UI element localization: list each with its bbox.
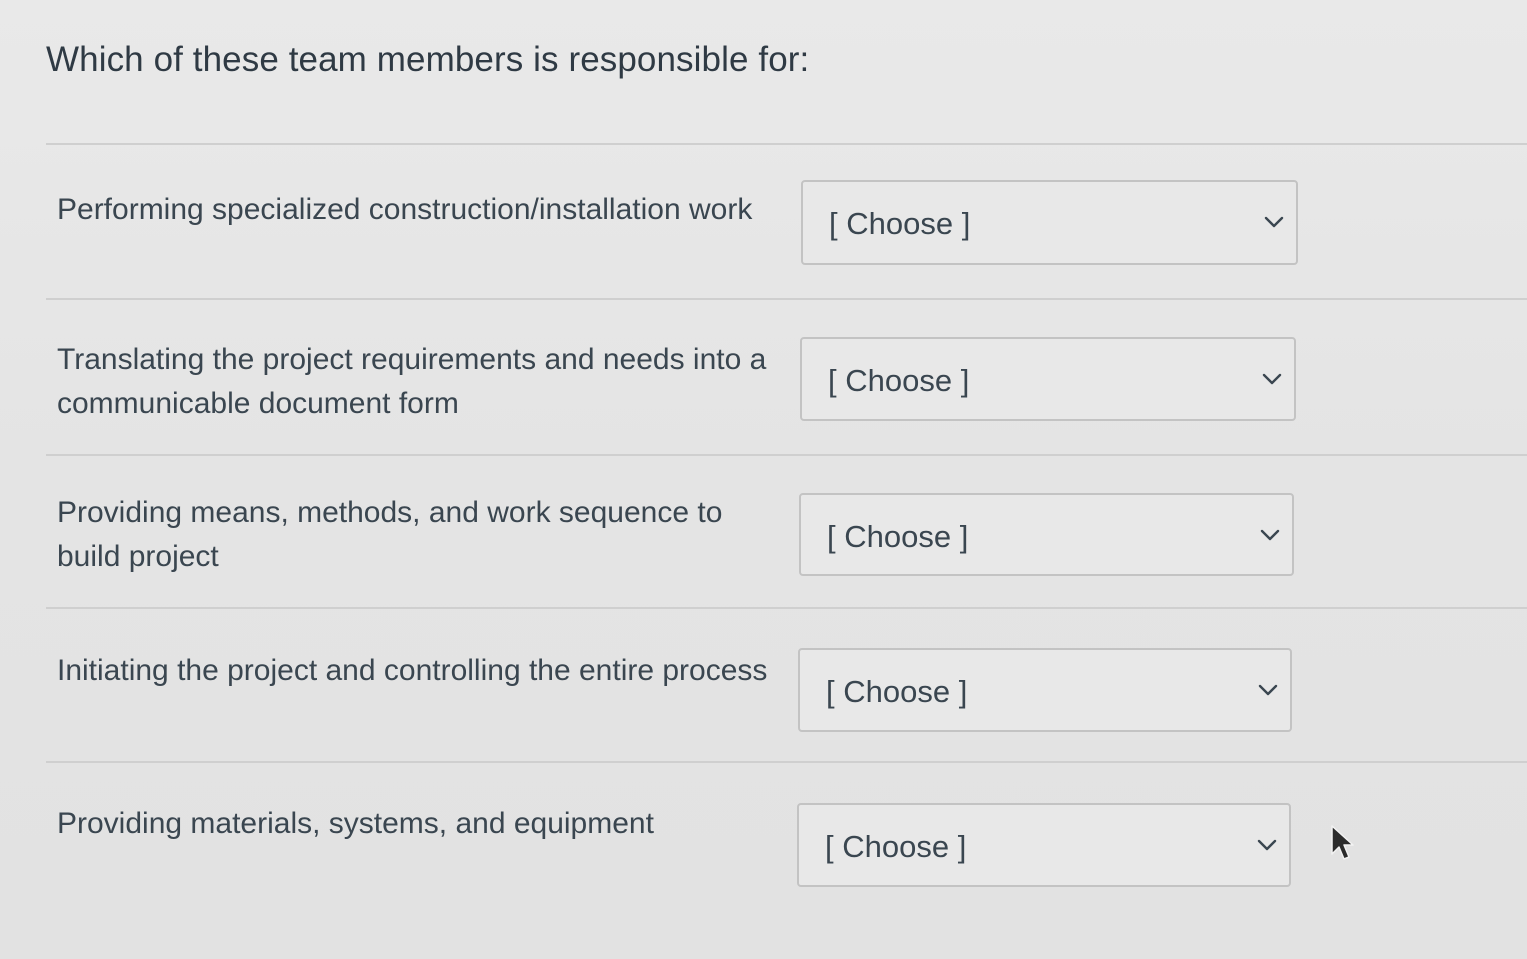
answer-select[interactable]: [ Choose ] [801, 180, 1298, 265]
mouse-pointer-icon [1331, 825, 1354, 860]
select-value: [ Choose ] [826, 674, 968, 709]
row-prompt: Providing materials, systems, and equipm… [57, 807, 654, 840]
chevron-down-icon [1262, 373, 1282, 385]
row-prompt: Performing specialized construction/inst… [57, 193, 753, 226]
answer-select[interactable]: [ Choose ] [798, 648, 1292, 732]
divider [46, 761, 1527, 763]
select-value: [ Choose ] [828, 363, 970, 398]
divider [46, 454, 1527, 456]
row-prompt: Providing means, methods, and work seque… [57, 496, 723, 573]
select-value: [ Choose ] [829, 206, 971, 241]
select-value: [ Choose ] [827, 519, 969, 554]
chevron-down-icon [1258, 684, 1278, 696]
chevron-down-icon [1264, 216, 1284, 228]
row-prompt: Translating the project requirements and… [57, 343, 767, 420]
answer-select[interactable]: [ Choose ] [800, 337, 1296, 421]
select-value: [ Choose ] [825, 829, 967, 864]
answer-select[interactable]: [ Choose ] [799, 493, 1294, 576]
divider [46, 143, 1527, 145]
chevron-down-icon [1260, 529, 1280, 541]
row-prompt: Initiating the project and controlling t… [57, 654, 768, 687]
divider [46, 607, 1527, 609]
quiz-screen: Which of these team members is responsib… [0, 0, 1527, 959]
question-title: Which of these team members is responsib… [46, 40, 810, 79]
divider [46, 298, 1527, 300]
chevron-down-icon [1257, 839, 1277, 851]
answer-select[interactable]: [ Choose ] [797, 803, 1291, 887]
